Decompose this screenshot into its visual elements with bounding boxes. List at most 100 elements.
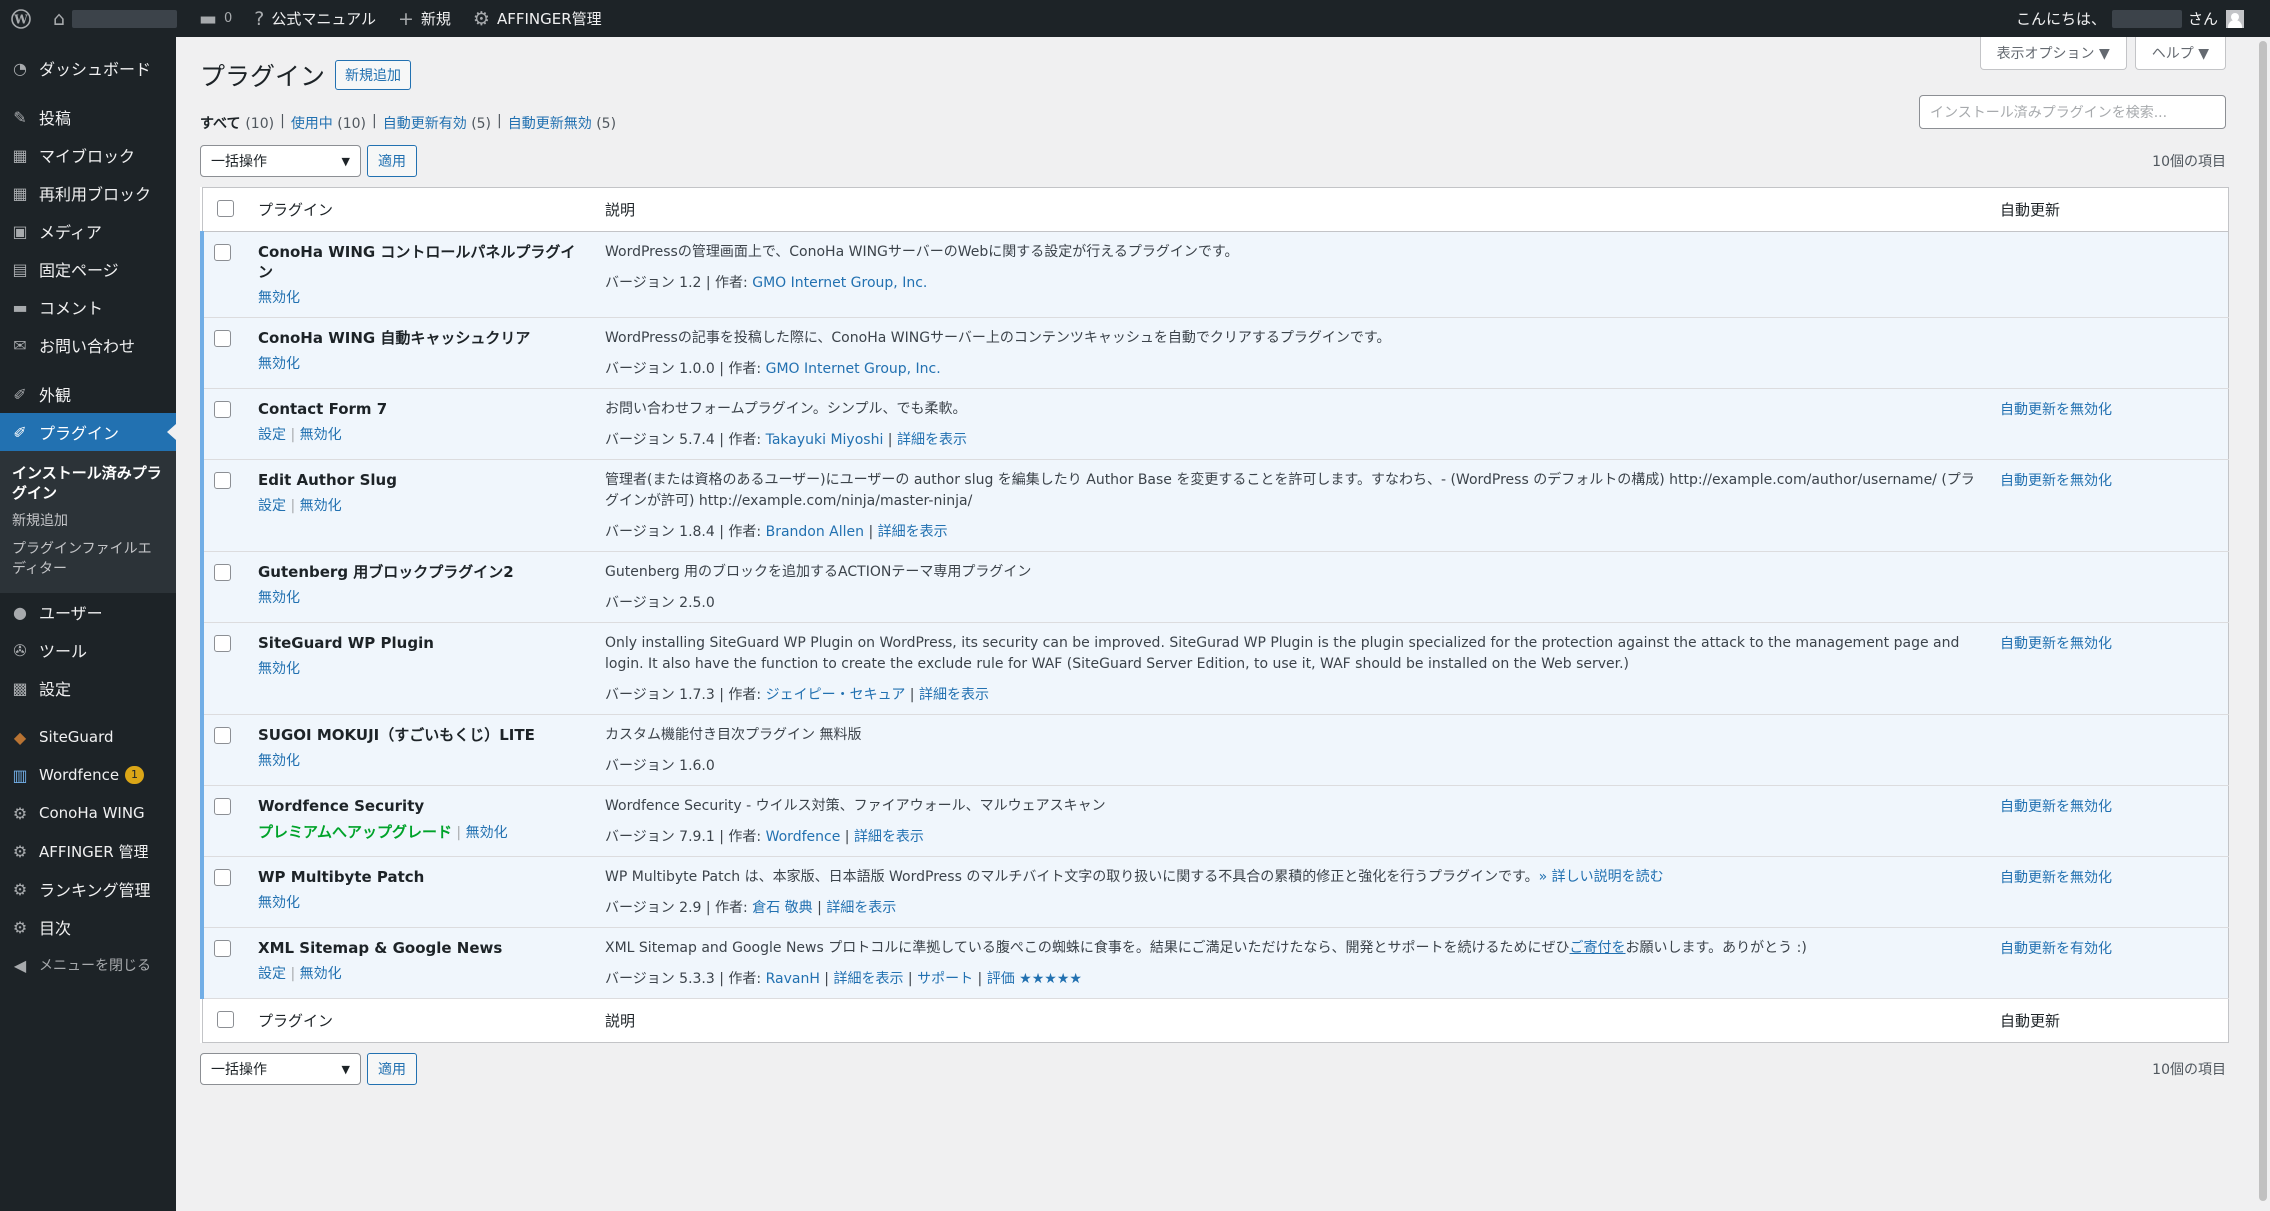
plugin-meta-link[interactable]: 詳細を表示	[826, 900, 896, 916]
menu-settings[interactable]: ▩ 設定	[0, 669, 176, 707]
screen-options-button[interactable]: 表示オプション ▼	[1979, 37, 2127, 70]
help-button[interactable]: ヘルプ ▼	[2134, 37, 2226, 70]
auto-update-toggle-link[interactable]: 自動更新を無効化	[2000, 473, 2112, 489]
filter-active[interactable]: 使用中 (10)	[291, 113, 366, 133]
plugin-checkbox[interactable]	[214, 727, 231, 744]
apply-button-bottom[interactable]: 適用	[367, 1053, 417, 1085]
menu-affinger[interactable]: ⚙ AFFINGER 管理	[0, 832, 176, 870]
wordpress-logo-icon[interactable]: W	[0, 0, 42, 37]
menu-media[interactable]: ▣ メディア	[0, 212, 176, 250]
plugin-action-link[interactable]: 無効化	[258, 753, 300, 769]
bulk-action-select-bottom[interactable]: 一括操作 ▼	[200, 1053, 361, 1085]
menu-pages[interactable]: ▤ 固定ページ	[0, 250, 176, 288]
select-all-checkbox[interactable]	[216, 200, 234, 217]
menu-toc[interactable]: ⚙ 目次	[0, 908, 176, 946]
affinger-label: AFFINGER管理	[496, 10, 602, 28]
auto-update-toggle-link[interactable]: 自動更新を無効化	[2000, 799, 2112, 815]
plugin-checkbox[interactable]	[214, 401, 231, 418]
plugin-author-link[interactable]: GMO Internet Group, Inc.	[766, 361, 941, 377]
manual-link[interactable]: ? 公式マニュアル	[243, 0, 387, 37]
menu-ranking[interactable]: ⚙ ランキング管理	[0, 870, 176, 908]
site-name-redacted	[72, 9, 178, 28]
menu-dashboard[interactable]: ◔ ダッシュボード	[0, 49, 176, 87]
plugin-checkbox[interactable]	[214, 798, 231, 815]
plugin-action-link[interactable]: プレミアムへアップグレード	[258, 823, 452, 841]
plugins-submenu: インストール済みプラグイン 新規追加 プラグインファイルエディター	[0, 451, 176, 593]
plugin-action-link[interactable]: 無効化	[466, 825, 508, 841]
plugin-meta-link[interactable]: 詳細を表示	[854, 829, 924, 845]
site-home-link[interactable]: ⌂	[42, 0, 188, 37]
menu-label: SiteGuard	[39, 728, 114, 746]
plugin-action-link[interactable]: 設定	[258, 498, 286, 514]
comments-link[interactable]: ▬ 0	[188, 0, 243, 37]
plugin-checkbox[interactable]	[214, 472, 231, 489]
menu-users[interactable]: ● ユーザー	[0, 593, 176, 631]
plugin-checkbox[interactable]	[214, 940, 231, 957]
plugin-action-link[interactable]: 無効化	[258, 895, 300, 911]
menu-contact[interactable]: ✉ お問い合わせ	[0, 326, 176, 364]
plugin-author-link[interactable]: Wordfence	[766, 829, 841, 845]
plugin-action-link[interactable]: 無効化	[258, 356, 300, 372]
plugin-meta-link[interactable]: 詳細を表示	[897, 432, 967, 448]
plugin-checkbox[interactable]	[214, 330, 231, 347]
menu-comments[interactable]: ▬ コメント	[0, 288, 176, 326]
menu-plugins[interactable]: ✐ プラグイン	[0, 413, 176, 451]
filter-auto-update-disabled[interactable]: 自動更新無効 (5)	[508, 113, 616, 133]
plugin-meta-link[interactable]: 詳細を表示	[833, 971, 903, 987]
plugin-author-link[interactable]: 倉石 敬典	[752, 900, 812, 916]
plugin-meta-link[interactable]: 詳細を表示	[878, 524, 948, 540]
bulk-action-select[interactable]: 一括操作 ▼	[200, 145, 361, 177]
plugin-checkbox[interactable]	[214, 869, 231, 886]
plugin-search-input[interactable]: インストール済みプラグインを検索...	[1919, 95, 2226, 129]
plugin-checkbox[interactable]	[214, 564, 231, 581]
submenu-add-new[interactable]: 新規追加	[0, 507, 176, 535]
description-link[interactable]: ご寄付を	[1570, 940, 1626, 956]
new-content-link[interactable]: + 新規	[387, 0, 462, 37]
plugin-action-link[interactable]: 無効化	[300, 498, 342, 514]
plugin-action-link[interactable]: 設定	[258, 427, 286, 443]
submenu-plugin-editor[interactable]: プラグインファイルエディター	[0, 535, 176, 583]
plugin-author-link[interactable]: GMO Internet Group, Inc.	[752, 275, 927, 291]
plugin-action-link[interactable]: 無効化	[258, 290, 300, 306]
scrollbar-thumb[interactable]	[2259, 41, 2267, 1201]
menu-wordfence[interactable]: ▥ Wordfence 1	[0, 756, 176, 794]
menu-appearance[interactable]: ✐ 外観	[0, 375, 176, 413]
auto-update-toggle-link[interactable]: 自動更新を無効化	[2000, 636, 2112, 652]
plugin-author-link[interactable]: RavanH	[766, 971, 820, 987]
plugin-action-link[interactable]: 無効化	[258, 590, 300, 606]
plugin-meta-link[interactable]: 詳細を表示	[919, 687, 989, 703]
plugin-action-link[interactable]: 設定	[258, 966, 286, 982]
filter-auto-update-enabled[interactable]: 自動更新有効 (5)	[383, 113, 491, 133]
auto-update-toggle-link[interactable]: 自動更新を無効化	[2000, 402, 2112, 418]
menu-reusable-blocks[interactable]: ▦ 再利用ブロック	[0, 174, 176, 212]
submenu-installed-plugins[interactable]: インストール済みプラグイン	[0, 459, 176, 507]
menu-my-blocks[interactable]: ▦ マイブロック	[0, 136, 176, 174]
collapse-menu-button[interactable]: ◀ メニューを閉じる	[0, 946, 176, 984]
plugin-checkbox[interactable]	[214, 244, 231, 261]
plugin-checkbox[interactable]	[214, 635, 231, 652]
filter-all[interactable]: すべて (10)	[200, 113, 274, 133]
plugin-version: バージョン 2.5.0	[605, 595, 715, 611]
plugin-author-link[interactable]: Brandon Allen	[766, 524, 864, 540]
affinger-link[interactable]: ⚙ AFFINGER管理	[462, 0, 613, 37]
menu-posts[interactable]: ✎ 投稿	[0, 98, 176, 136]
apply-button[interactable]: 適用	[367, 145, 417, 177]
plugin-action-link[interactable]: 無効化	[300, 966, 342, 982]
add-new-plugin-button[interactable]: 新規追加	[335, 60, 412, 90]
plugin-author-link[interactable]: Takayuki Miyoshi	[766, 432, 884, 448]
my-account-link[interactable]: こんにちは、 さん	[2005, 0, 2270, 37]
auto-update-toggle-link[interactable]: 自動更新を有効化	[2000, 941, 2112, 957]
plugin-action-link[interactable]: 無効化	[300, 427, 342, 443]
auto-update-toggle-link[interactable]: 自動更新を無効化	[2000, 870, 2112, 886]
menu-tools[interactable]: ✇ ツール	[0, 631, 176, 669]
description-link[interactable]: » 詳しい説明を読む	[1539, 869, 1664, 885]
select-all-checkbox-footer[interactable]	[216, 1011, 234, 1028]
plugin-meta-link[interactable]: 評価 ★★★★★	[987, 971, 1082, 987]
menu-siteguard[interactable]: ◆ SiteGuard	[0, 718, 176, 756]
menu-conoha-wing[interactable]: ⚙ ConoHa WING	[0, 794, 176, 832]
plugin-meta-link[interactable]: サポート	[917, 971, 973, 987]
plugin-author-link[interactable]: ジェイピー・セキュア	[766, 687, 906, 703]
plugin-action-link[interactable]: 無効化	[258, 661, 300, 677]
page-scrollbar[interactable]	[2256, 37, 2270, 1211]
plugin-description-cell: Wordfence Security - ウイルス対策、ファイアウォール、マルウ…	[595, 785, 1990, 857]
